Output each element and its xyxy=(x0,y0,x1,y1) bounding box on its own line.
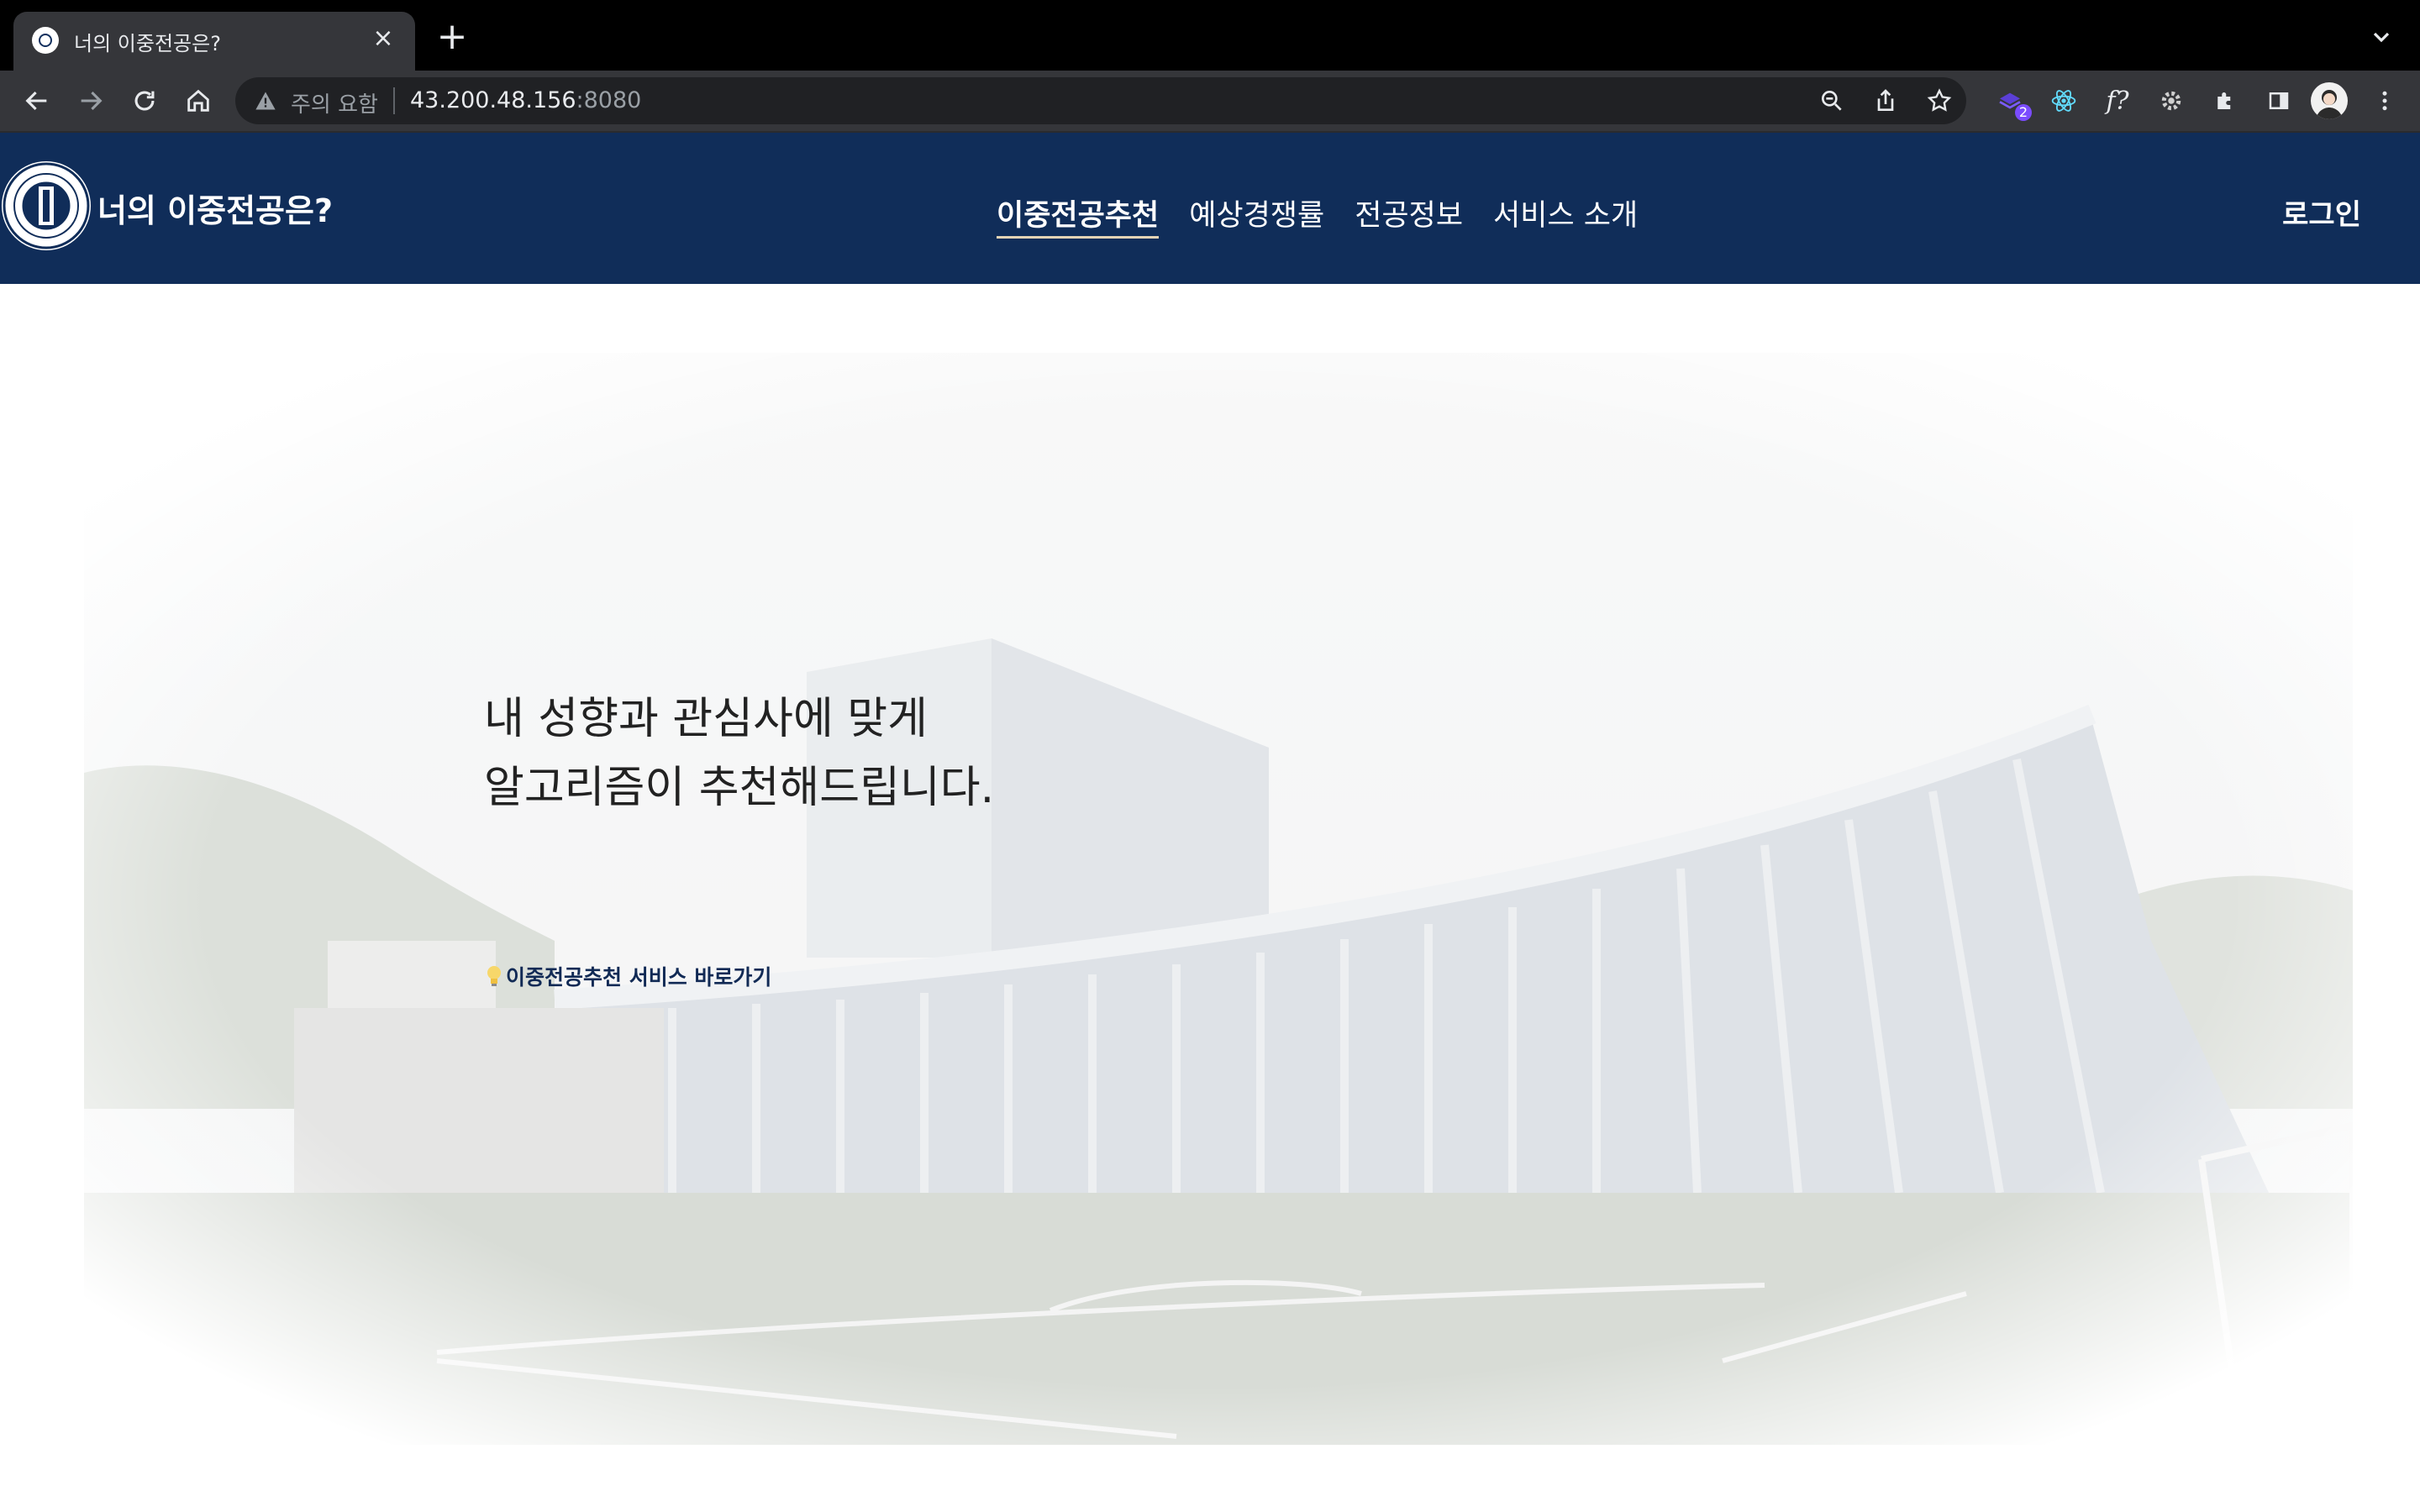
puzzle-icon[interactable] xyxy=(2208,84,2242,118)
address-bar[interactable]: 주의 요함 43.200.48.156:8080 xyxy=(235,77,1966,124)
profile-avatar[interactable] xyxy=(2311,82,2348,119)
arrow-right-icon xyxy=(81,91,103,111)
hero-headline-line1: 내 성향과 관심사에 맞게 xyxy=(484,694,928,744)
address-separator xyxy=(393,87,395,114)
purple-extension-icon[interactable]: 2 xyxy=(1993,84,2032,121)
nav-item-major-recommendation[interactable]: 이중전공추천 xyxy=(997,192,1160,239)
url-text[interactable]: 43.200.48.156:8080 xyxy=(410,87,641,113)
browser-tab[interactable]: 너의 이중전공은? × xyxy=(13,12,415,71)
home-icon xyxy=(187,89,209,112)
new-tab-button[interactable]: + xyxy=(435,18,469,55)
close-tab-icon[interactable]: × xyxy=(368,24,398,54)
security-status-label[interactable]: 주의 요함 xyxy=(291,87,378,118)
nav-item-expected-competition[interactable]: 예상경쟁률 xyxy=(1189,192,1324,233)
warning-icon xyxy=(255,92,276,110)
favicon-icon xyxy=(32,27,59,54)
hero-headline-line2: 알고리즘이 추천해드립니다. xyxy=(484,763,995,813)
recommendation-service-link[interactable]: 이중전공추천 서비스 바로가기 xyxy=(484,961,771,991)
back-button[interactable] xyxy=(20,84,54,118)
reload-button[interactable] xyxy=(128,84,161,118)
arrow-left-icon xyxy=(25,91,47,111)
forward-button[interactable] xyxy=(74,84,108,118)
login-link[interactable]: 로그인 xyxy=(2282,192,2361,233)
url-host: 43.200.48.156 xyxy=(410,87,576,113)
reload-icon xyxy=(134,91,155,111)
home-button[interactable] xyxy=(182,84,215,118)
nav-item-service-intro[interactable]: 서비스 소개 xyxy=(1493,192,1638,233)
chevron-down-icon[interactable] xyxy=(2368,24,2395,50)
react-devtools-icon[interactable] xyxy=(2047,84,2081,118)
nav-item-major-info[interactable]: 전공정보 xyxy=(1355,192,1463,233)
browser-tabstrip: 너의 이중전공은? × + xyxy=(0,0,2420,71)
main-nav: 이중전공추천 예상경쟁률 전공정보 서비스 소개 xyxy=(997,192,1638,239)
cta-label: 이중전공추천 서비스 바로가기 xyxy=(506,965,772,990)
lightbulb-icon xyxy=(487,966,501,986)
browser-toolbar: 주의 요함 43.200.48.156:8080 2 f? xyxy=(0,71,2420,133)
hero-section: 내 성향과 관심사에 맞게 알고리즘이 추천해드립니다. 이중전공추천 서비스 … xyxy=(84,353,2353,1445)
site-header: 너의 이중전공은? 이중전공추천 예상경쟁률 전공정보 서비스 소개 로그인 xyxy=(0,133,2420,284)
bookmark-star-icon[interactable] xyxy=(1926,87,1953,114)
formula-icon[interactable]: f? xyxy=(2101,84,2134,118)
university-seal-logo[interactable] xyxy=(2,161,91,250)
kebab-menu-icon[interactable] xyxy=(2368,84,2402,118)
campus-background-image xyxy=(84,353,2353,1445)
share-icon[interactable] xyxy=(1872,87,1899,114)
hero-headline: 내 성향과 관심사에 맞게 알고리즘이 추천해드립니다. xyxy=(484,685,994,822)
side-panel-icon[interactable] xyxy=(2262,84,2296,118)
gear-extension-icon[interactable] xyxy=(2154,84,2188,118)
zoom-out-icon[interactable] xyxy=(1818,87,1845,114)
site-title[interactable]: 너의 이중전공은? xyxy=(97,185,333,231)
extension-badge: 2 xyxy=(2015,104,2032,121)
url-port: :8080 xyxy=(576,87,642,113)
tab-title: 너의 이중전공은? xyxy=(74,32,221,55)
